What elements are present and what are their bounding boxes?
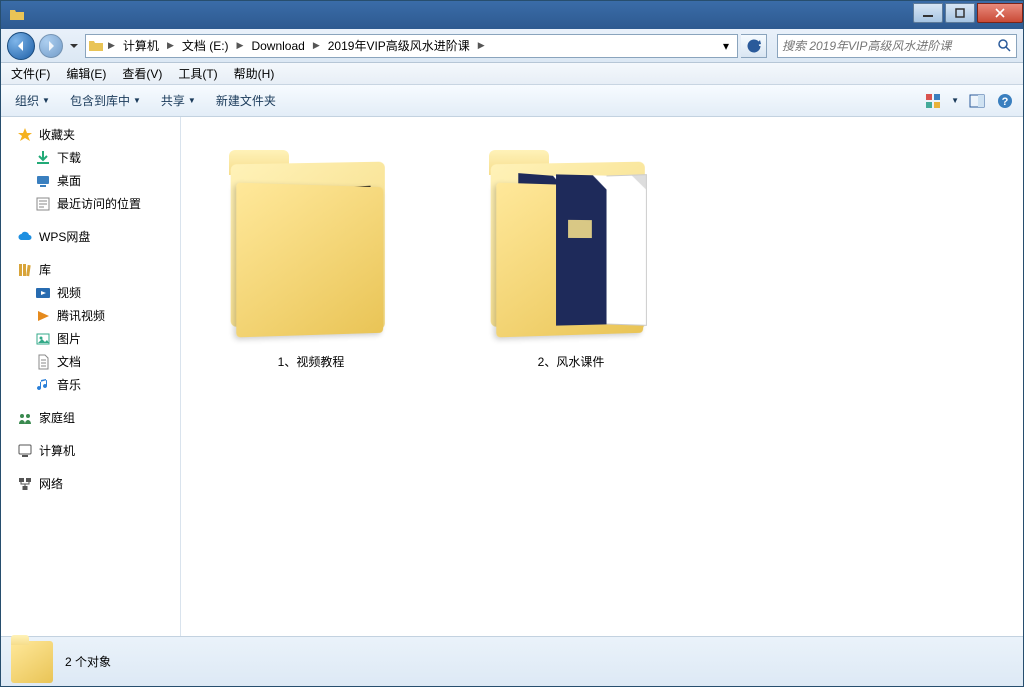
status-bar: 2 个对象 (1, 636, 1023, 686)
svg-text:?: ? (1002, 96, 1009, 108)
help-button[interactable]: ? (993, 89, 1017, 113)
breadcrumb-drive[interactable]: 文档 (E:) (178, 37, 233, 54)
content-pane[interactable]: 1、视频教程 2、风水课件 (181, 117, 1023, 636)
download-icon (35, 150, 51, 166)
menu-edit[interactable]: 编辑(E) (58, 63, 114, 84)
path-icon (88, 38, 104, 54)
menu-file[interactable]: 文件(F) (3, 63, 58, 84)
folder-icon (221, 145, 401, 345)
library-icon (17, 262, 33, 278)
maximize-button[interactable] (945, 3, 975, 23)
history-dropdown[interactable] (67, 42, 81, 50)
music-icon (35, 377, 51, 393)
view-mode-dropdown[interactable]: ▼ (949, 96, 961, 105)
folder-item-1[interactable]: 1、视频教程 (211, 137, 411, 378)
folder-icon (481, 145, 661, 345)
homegroup-icon (17, 410, 33, 426)
search-input[interactable] (782, 39, 996, 53)
share-button[interactable]: 共享▼ (153, 89, 204, 112)
include-button[interactable]: 包含到库中▼ (62, 89, 149, 112)
titlebar (1, 1, 1023, 29)
breadcrumb-current[interactable]: 2019年VIP高级风水进阶课 (324, 37, 474, 54)
breadcrumb-sep[interactable]: ▶ (311, 40, 322, 51)
status-folder-icon (11, 641, 53, 683)
menu-view[interactable]: 查看(V) (114, 63, 170, 84)
sidebar-desktop[interactable]: 桌面 (1, 169, 180, 192)
sidebar-network[interactable]: 网络 (1, 472, 180, 495)
sidebar-label: 收藏夹 (39, 126, 75, 143)
search-box[interactable] (777, 34, 1017, 58)
address-bar[interactable]: ▶ 计算机 ▶ 文档 (E:) ▶ Download ▶ 2019年VIP高级风… (85, 34, 738, 58)
newfolder-button[interactable]: 新建文件夹 (208, 89, 284, 112)
explorer-window: ▶ 计算机 ▶ 文档 (E:) ▶ Download ▶ 2019年VIP高级风… (0, 0, 1024, 687)
sidebar-homegroup[interactable]: 家庭组 (1, 406, 180, 429)
body: 收藏夹 下载 桌面 最近访问的位置 WPS网盘 库 视频 腾讯视频 图片 文档 … (1, 117, 1023, 636)
folder-label: 2、风水课件 (538, 353, 605, 370)
forward-button[interactable] (39, 34, 63, 58)
computer-icon (17, 443, 33, 459)
refresh-button[interactable] (741, 34, 767, 58)
toolbar: 组织▼ 包含到库中▼ 共享▼ 新建文件夹 ▼ ? (1, 85, 1023, 117)
menu-help[interactable]: 帮助(H) (226, 63, 283, 84)
sidebar-computer[interactable]: 计算机 (1, 439, 180, 462)
star-icon (17, 127, 33, 143)
breadcrumb-sep[interactable]: ▶ (165, 40, 176, 51)
back-button[interactable] (7, 32, 35, 60)
sidebar-downloads[interactable]: 下载 (1, 146, 180, 169)
picture-icon (35, 331, 51, 347)
sidebar-tencent-video[interactable]: 腾讯视频 (1, 304, 180, 327)
search-icon[interactable] (996, 39, 1012, 52)
sidebar-recent[interactable]: 最近访问的位置 (1, 192, 180, 215)
nav-bar: ▶ 计算机 ▶ 文档 (E:) ▶ Download ▶ 2019年VIP高级风… (1, 29, 1023, 63)
sidebar-documents[interactable]: 文档 (1, 350, 180, 373)
desktop-icon (35, 173, 51, 189)
video-icon (35, 285, 51, 301)
sidebar-videos[interactable]: 视频 (1, 281, 180, 304)
menu-tools[interactable]: 工具(T) (170, 63, 225, 84)
breadcrumb-sep[interactable]: ▶ (235, 40, 246, 51)
folder-label: 1、视频教程 (278, 353, 345, 370)
cloud-icon (17, 229, 33, 245)
minimize-button[interactable] (913, 3, 943, 23)
window-controls (913, 7, 1023, 23)
preview-pane-button[interactable] (965, 89, 989, 113)
breadcrumb-sep[interactable]: ▶ (476, 40, 487, 51)
sidebar-music[interactable]: 音乐 (1, 373, 180, 396)
menu-bar: 文件(F) 编辑(E) 查看(V) 工具(T) 帮助(H) (1, 63, 1023, 85)
tencent-video-icon (35, 308, 51, 324)
organize-button[interactable]: 组织▼ (7, 89, 58, 112)
status-text: 2 个对象 (65, 653, 111, 670)
breadcrumb-computer[interactable]: 计算机 (119, 37, 163, 54)
sidebar-wps[interactable]: WPS网盘 (1, 225, 180, 248)
sidebar-pictures[interactable]: 图片 (1, 327, 180, 350)
sidebar-libraries[interactable]: 库 (1, 258, 180, 281)
breadcrumb-download[interactable]: Download (247, 39, 308, 53)
address-dropdown[interactable]: ▾ (717, 39, 735, 53)
close-button[interactable] (977, 3, 1023, 23)
network-icon (17, 476, 33, 492)
view-mode-button[interactable] (921, 89, 945, 113)
sidebar: 收藏夹 下载 桌面 最近访问的位置 WPS网盘 库 视频 腾讯视频 图片 文档 … (1, 117, 181, 636)
window-icon (9, 7, 25, 23)
recent-icon (35, 196, 51, 212)
breadcrumb-sep[interactable]: ▶ (106, 40, 117, 51)
folder-item-2[interactable]: 2、风水课件 (471, 137, 671, 378)
document-icon (35, 354, 51, 370)
sidebar-favorites[interactable]: 收藏夹 (1, 123, 180, 146)
